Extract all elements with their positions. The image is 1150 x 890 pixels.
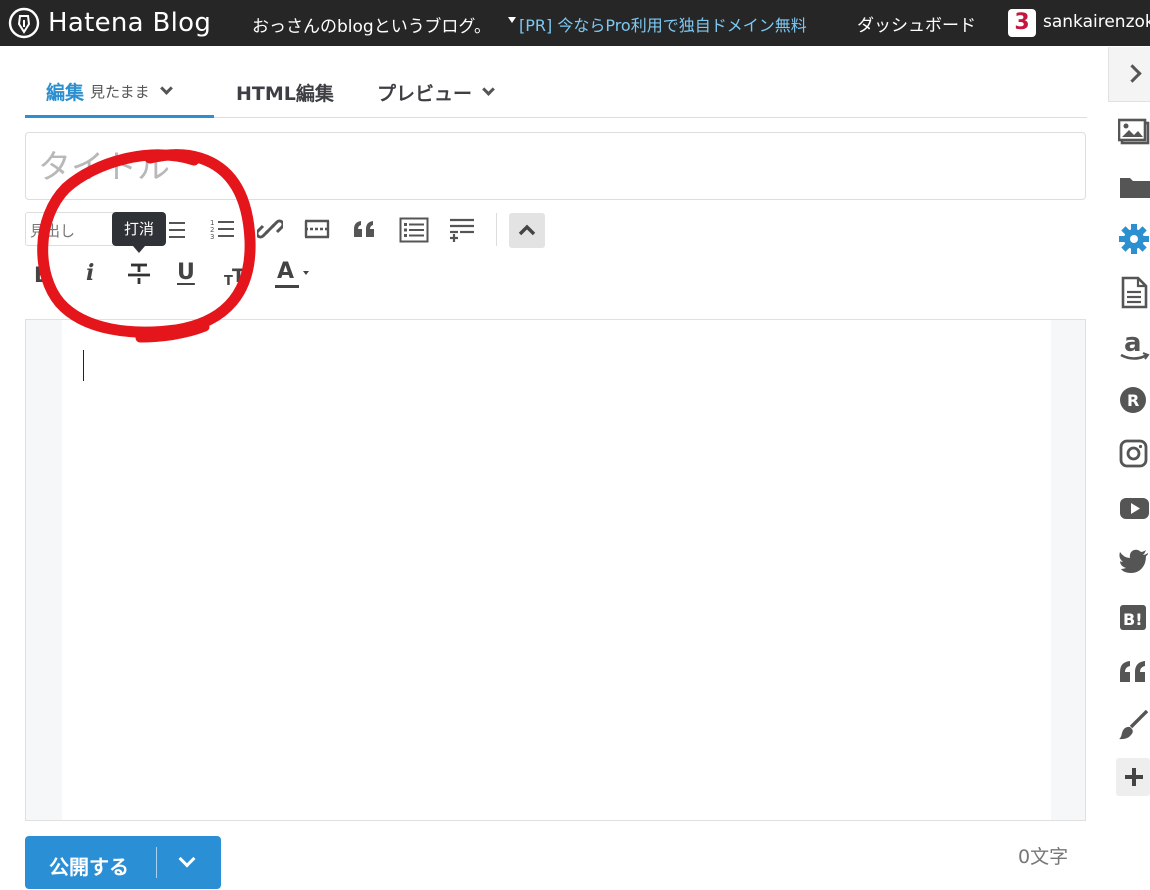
tab-html-edit[interactable]: HTML編集 [236, 68, 334, 117]
user-name[interactable]: sankairenzoku [1043, 12, 1150, 32]
chevron-down-icon [482, 83, 495, 96]
publish-options-button[interactable] [157, 836, 221, 889]
gear-icon[interactable] [1118, 223, 1150, 257]
svg-text:T: T [232, 265, 245, 287]
tab-preview[interactable]: プレビュー [377, 68, 495, 117]
publish-label: 公開する [49, 855, 129, 879]
svg-text:3: 3 [210, 233, 214, 241]
tab-edit[interactable]: 編集 見たまま [25, 68, 214, 118]
footnote-icon[interactable] [448, 216, 476, 242]
text-cursor [83, 350, 84, 381]
brush-icon[interactable] [1118, 708, 1150, 742]
plus-icon [1125, 768, 1143, 786]
character-count: 0文字 [1018, 846, 1069, 868]
hatena-blog-logo[interactable]: Hatena Blog [8, 5, 211, 41]
logo-text: Hatena Blog [48, 8, 212, 38]
top-bar: Hatena Blog おっさんのblogというブログ。 [PR] 今ならPro… [0, 0, 1150, 46]
numbered-list-icon[interactable]: 123 [209, 217, 237, 243]
rakuten-icon[interactable]: R [1118, 383, 1150, 417]
toolbar-divider [496, 213, 497, 246]
caret-down-icon [303, 271, 309, 275]
bullet-list-icon[interactable] [163, 217, 189, 243]
bold-icon[interactable]: B [33, 262, 53, 286]
tab-preview-label: プレビュー [377, 83, 473, 105]
youtube-icon[interactable] [1118, 491, 1150, 525]
more-separator-icon[interactable] [303, 216, 331, 242]
caret-down-icon[interactable] [508, 17, 516, 23]
editor-body[interactable] [62, 320, 1051, 820]
tab-edit-mode: 見たまま [90, 83, 150, 101]
strikethrough-icon[interactable] [127, 262, 151, 286]
add-module-button[interactable] [1116, 758, 1150, 796]
photo-icon[interactable] [1118, 116, 1150, 150]
twitter-icon[interactable] [1118, 545, 1150, 579]
svg-text:B: B [34, 263, 50, 286]
link-icon[interactable] [257, 216, 283, 242]
hatena-bookmark-icon[interactable]: B! [1118, 600, 1150, 634]
quote-icon[interactable] [352, 217, 378, 241]
title-input[interactable] [25, 132, 1086, 200]
blog-title-selector[interactable]: おっさんのblogというブログ。 [252, 12, 491, 37]
hatena-pen-icon [8, 7, 40, 39]
font-color-button[interactable]: A [275, 259, 311, 289]
strikethrough-tooltip: 打消 [112, 212, 166, 246]
chevron-right-icon [1123, 64, 1142, 83]
document-icon[interactable] [1118, 276, 1150, 310]
svg-text:B!: B! [1123, 610, 1143, 629]
svg-text:R: R [1127, 391, 1139, 410]
table-of-contents-icon[interactable] [399, 217, 429, 243]
svg-text:a: a [1124, 329, 1142, 358]
tooltip-arrow [133, 246, 145, 253]
sidebar-toggle-button[interactable] [1108, 47, 1150, 102]
editor-tabs: 編集 見たまま HTML編集 プレビュー [25, 68, 1087, 118]
user-avatar[interactable]: 3 [1008, 9, 1036, 37]
instagram-icon[interactable] [1118, 437, 1150, 471]
editor-area [25, 319, 1086, 821]
folder-icon[interactable] [1118, 170, 1150, 204]
collapse-toolbar-button[interactable] [509, 213, 545, 248]
chevron-down-icon [178, 850, 196, 868]
font-color-swatch [275, 285, 299, 288]
amazon-icon[interactable]: a [1118, 329, 1150, 363]
underline-button[interactable]: U [177, 260, 195, 285]
pr-link[interactable]: [PR] 今ならPro利用で独自ドメイン無料 [519, 12, 807, 36]
chevron-down-icon [159, 82, 173, 95]
tab-edit-label: 編集 [46, 82, 85, 104]
quote-icon[interactable] [1118, 654, 1150, 688]
collapse-up-icon [518, 224, 536, 236]
text-size-icon[interactable]: T T [222, 262, 250, 288]
tab-html-label: HTML編集 [236, 83, 334, 105]
dashboard-link[interactable]: ダッシュボード [857, 11, 976, 36]
publish-button[interactable]: 公開する [25, 836, 221, 889]
italic-button[interactable]: i [86, 260, 94, 286]
font-color-label: A [277, 259, 295, 284]
